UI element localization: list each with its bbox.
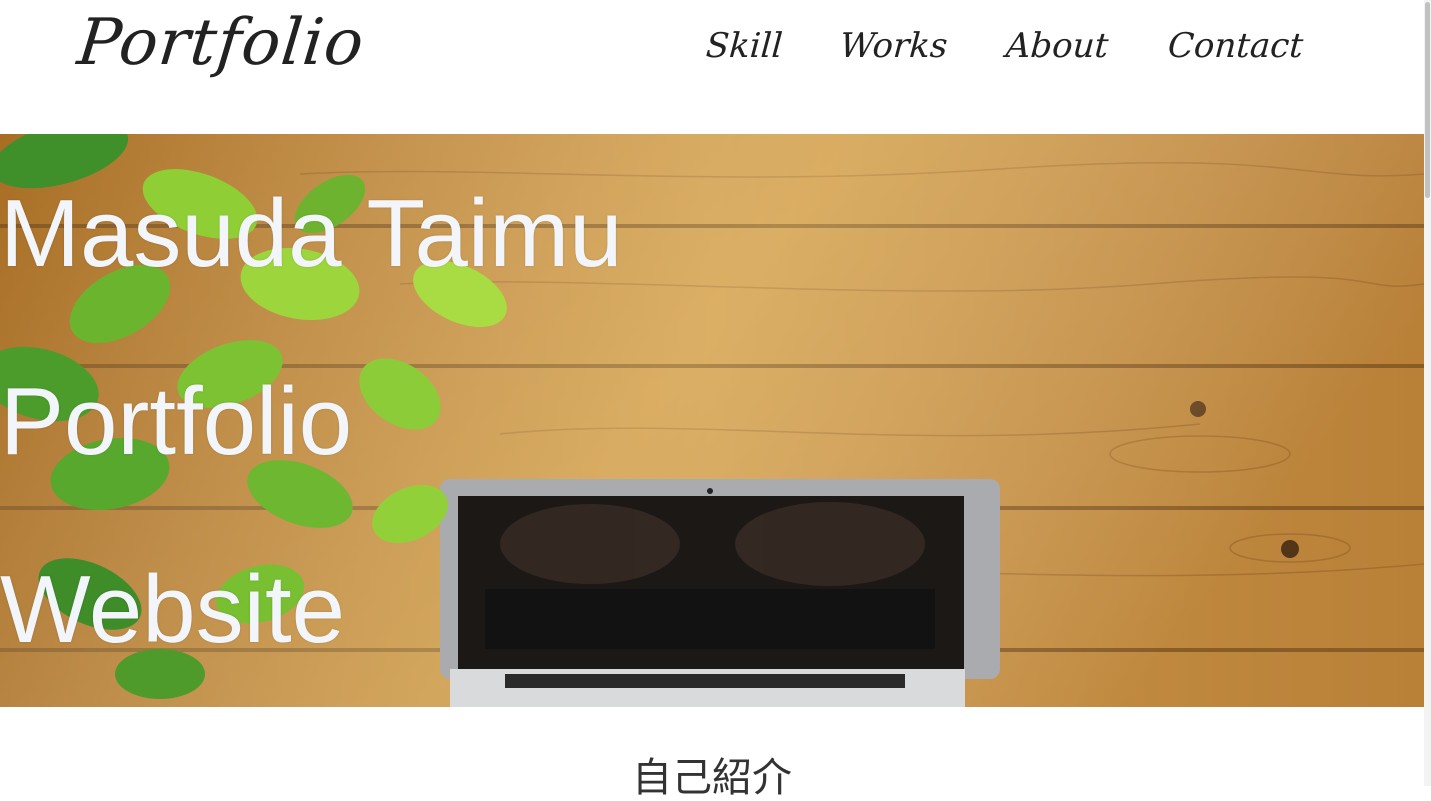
hero-title-portfolio: Portfolio [0, 368, 353, 475]
hero-title-name: Masuda Taimu [0, 180, 623, 287]
nav-skill[interactable]: Skill [705, 26, 784, 66]
hero-banner: Masuda Taimu Portfolio Website [0, 134, 1424, 707]
nav-about[interactable]: About [1005, 26, 1110, 66]
page-scrollbar[interactable] [1424, 0, 1431, 786]
site-logo[interactable]: Portfolio [74, 6, 368, 80]
scrollbar-thumb[interactable] [1425, 2, 1430, 198]
site-header: Portfolio Skill Works About Contact [0, 0, 1424, 134]
nav-works[interactable]: Works [839, 26, 949, 66]
section-title-intro: 自己紹介 [632, 755, 792, 801]
nav-contact[interactable]: Contact [1167, 26, 1305, 66]
hero-title-website: Website [0, 556, 346, 663]
